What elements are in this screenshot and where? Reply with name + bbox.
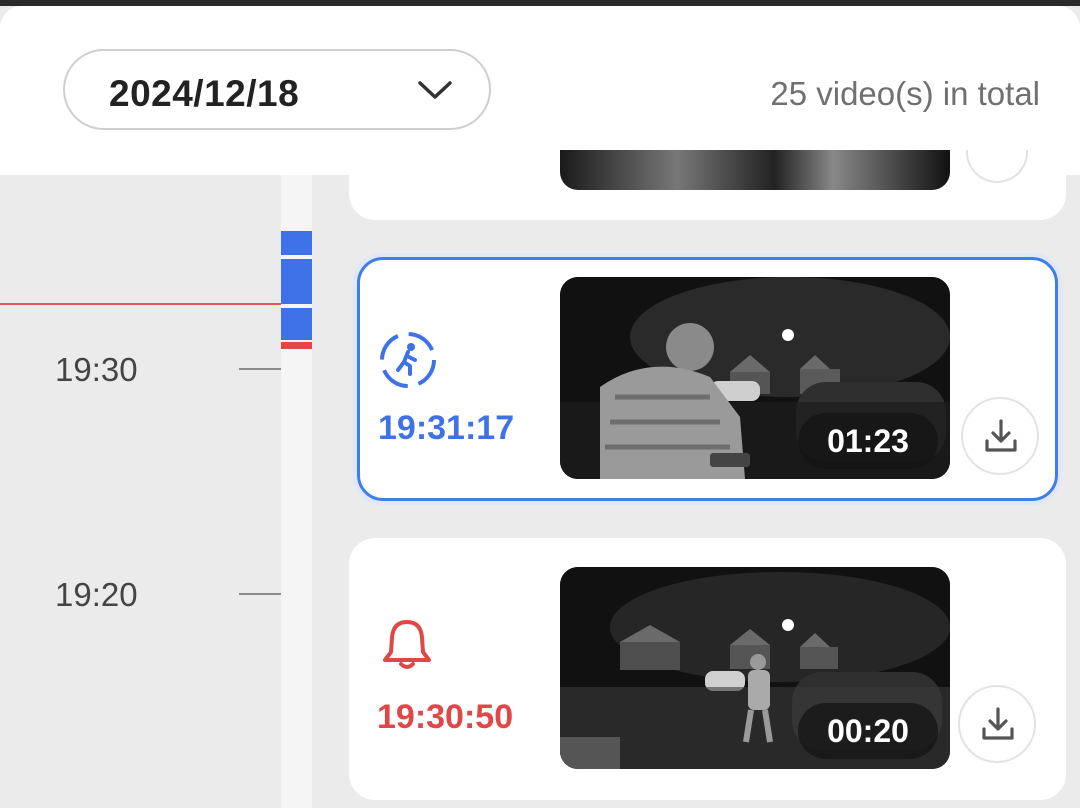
bell-icon <box>383 620 431 669</box>
motion-person-icon <box>380 332 436 388</box>
timeline[interactable]: 19:30 19:20 <box>0 175 312 808</box>
timeline-event-segment[interactable] <box>281 308 312 340</box>
timeline-label: 19:30 <box>55 351 138 388</box>
timeline-tick <box>239 368 281 370</box>
event-card-partial[interactable] <box>349 150 1066 220</box>
timeline-tick <box>239 593 281 595</box>
timeline-event-segment[interactable] <box>281 231 312 255</box>
download-button[interactable] <box>958 685 1036 763</box>
timeline-playhead[interactable] <box>0 303 281 305</box>
download-button[interactable] <box>966 150 1028 183</box>
timeline-event-segment[interactable] <box>281 259 312 304</box>
video-thumbnail[interactable]: 01:23 <box>560 277 950 479</box>
event-time: 19:30:50 <box>377 698 514 736</box>
date-selector[interactable]: 2024/12/18 <box>63 49 491 130</box>
date-value: 2024/12/18 <box>109 73 300 114</box>
video-thumbnail[interactable]: 00:20 <box>560 567 950 769</box>
download-icon <box>985 419 1017 452</box>
event-card[interactable]: 19:30:50 00:20 <box>349 538 1066 800</box>
video-thumbnail[interactable] <box>560 150 950 190</box>
download-icon <box>982 707 1014 740</box>
chevron-down-icon <box>418 81 452 99</box>
duration-badge: 01:23 <box>798 413 938 469</box>
event-time: 19:31:17 <box>378 409 515 447</box>
timeline-alert-segment[interactable] <box>281 342 312 349</box>
event-card[interactable]: 19:31:17 01:23 <box>357 257 1058 501</box>
video-count: 25 video(s) in total <box>770 75 1040 112</box>
timeline-label: 19:20 <box>55 576 138 613</box>
download-button[interactable] <box>961 397 1039 475</box>
duration-badge: 00:20 <box>798 703 938 759</box>
